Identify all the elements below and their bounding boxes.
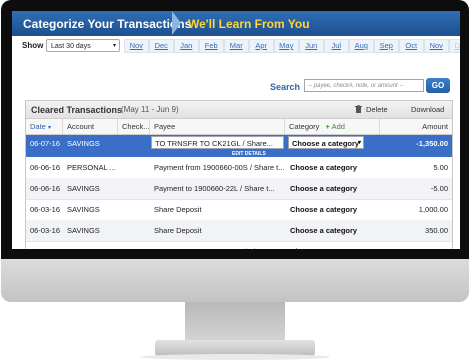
row-payee: Payment to 1900660-22L / Share t... <box>154 184 275 193</box>
panel-header: Cleared Transactions (May 11 - Jun 9) De… <box>26 101 452 119</box>
period-select[interactable]: Last 30 days ▾ <box>46 39 120 52</box>
account-column-header[interactable]: Account <box>63 119 118 134</box>
header-subtitle: We'll Learn From You <box>188 17 310 31</box>
column-headers: Date ▾ Account Check... Payee Category +… <box>26 119 452 135</box>
row-date: 06-03-16 <box>30 226 61 235</box>
screen: Categorize Your Transactions We'll Learn… <box>12 11 460 249</box>
row-account: PERSONAL ... <box>67 163 116 172</box>
add-label: Add <box>331 122 345 131</box>
panel-title: Cleared Transactions <box>31 105 123 115</box>
row-payee: Share Deposit <box>154 205 202 214</box>
month-tab[interactable]: Jun <box>299 39 324 53</box>
row-amount: 350.00 <box>425 226 448 235</box>
date-range: (May 11 - Jun 9) <box>121 105 179 114</box>
add-category-button[interactable]: + Add <box>326 122 345 131</box>
delete-button[interactable]: Delete <box>366 105 388 114</box>
period-value: Last 30 days <box>51 43 91 50</box>
category-header-label: Category <box>289 122 320 131</box>
search-input[interactable]: -- payee, check#, note, or amount -- <box>304 79 424 92</box>
row-amount: -5.00 <box>430 184 448 193</box>
row-account: SAVINGS <box>67 184 100 193</box>
month-tab[interactable]: Sep <box>374 39 399 53</box>
row-payee: GEN TEST ACCT ERROR / Share... <box>154 241 284 249</box>
table-row[interactable]: 06-06-16 SAVINGS Payment to 1900660-22L … <box>26 178 452 200</box>
row-amount: 5.00 <box>433 163 448 172</box>
go-button[interactable]: GO <box>426 78 450 93</box>
row-payee: Payment from 1900660-00S / Share t... <box>154 163 284 172</box>
stand-shadow <box>140 354 330 360</box>
row-date: 06-06-16 <box>30 184 61 193</box>
payee-field[interactable]: TO TRNSFR TO CK21GL / Share... <box>151 136 284 149</box>
month-tab[interactable]: Dec <box>149 39 174 53</box>
download-button[interactable]: Download <box>411 105 444 114</box>
check-header-label: Check... <box>122 122 150 131</box>
row-category[interactable]: Choose a category <box>290 199 357 220</box>
category-select[interactable]: Choose a category ▾ <box>288 136 364 149</box>
row-amount <box>380 241 448 249</box>
row-date: 06-06-16 <box>30 163 61 172</box>
row-date: 06-03-16 <box>30 205 61 214</box>
row-payee: Share Deposit <box>154 226 202 235</box>
row-category[interactable]: Choose a category <box>290 220 357 241</box>
transactions-panel: Cleared Transactions (May 11 - Jun 9) De… <box>25 100 453 249</box>
account-header-label: Account <box>67 122 95 131</box>
month-tab[interactable]: Jul <box>324 39 349 53</box>
table-row[interactable]: 05-31-16 MONEY MAR... GEN TEST ACCT ERRO… <box>26 241 452 249</box>
plus-icon: + <box>325 122 330 131</box>
row-date: 06-07-16 <box>30 139 61 148</box>
monitor-bezel: Categorize Your Transactions We'll Learn… <box>1 0 469 259</box>
payee-column-header[interactable]: Payee <box>150 119 285 134</box>
row-category[interactable]: Choose a category <box>290 241 357 249</box>
chevron-down-icon: ▾ <box>112 43 116 49</box>
header-arrow-icon <box>172 11 181 35</box>
header-title: Categorize Your Transactions <box>23 17 192 31</box>
month-tab[interactable]: Dec <box>449 39 460 53</box>
table-row[interactable]: 06-06-16 PERSONAL ... Payment from 19006… <box>26 157 452 179</box>
month-tab[interactable]: Nov <box>424 39 449 53</box>
table-row[interactable]: 06-03-16 SAVINGS Share Deposit Choose a … <box>26 220 452 242</box>
chevron-down-icon: ▾ <box>357 140 361 146</box>
row-category[interactable]: Choose a category <box>290 178 357 199</box>
filter-bar: Show Last 30 days ▾ Nov Dec Jan Feb Mar … <box>12 38 460 55</box>
month-tab[interactable]: Mar <box>224 39 249 53</box>
month-tab[interactable]: May <box>274 39 299 53</box>
row-account: SAVINGS <box>67 205 100 214</box>
month-tab[interactable]: Feb <box>199 39 224 53</box>
date-header-label: Date <box>30 122 46 131</box>
monitor: Categorize Your Transactions We'll Learn… <box>0 0 470 361</box>
row-account: SAVINGS <box>67 226 100 235</box>
show-label: Show <box>22 41 44 50</box>
header-bar: Categorize Your Transactions We'll Learn… <box>12 11 460 36</box>
row-amount: -1,350.00 <box>416 139 448 148</box>
month-tab[interactable]: Jan <box>174 39 199 53</box>
month-tab[interactable]: Aug <box>349 39 374 53</box>
trash-icon[interactable] <box>355 105 362 113</box>
date-column-header[interactable]: Date ▾ <box>26 119 63 134</box>
sort-down-icon: ▾ <box>47 125 51 131</box>
month-tab[interactable]: Nov <box>124 39 149 53</box>
row-account: SAVINGS <box>67 139 100 148</box>
row-amount: 1,000.00 <box>418 205 448 214</box>
category-column-header[interactable]: Category + Add <box>285 119 380 134</box>
search-label: Search <box>270 82 301 92</box>
amount-column-header[interactable]: Amount <box>380 119 452 134</box>
category-value: Choose a category <box>292 139 360 148</box>
amount-header-label: Amount <box>422 122 448 131</box>
monitor-chin <box>1 259 469 302</box>
month-tab[interactable]: Oct <box>399 39 424 53</box>
row-category[interactable]: Choose a category <box>290 157 357 178</box>
check-column-header[interactable]: Check... <box>118 119 150 134</box>
month-tab[interactable]: Apr <box>249 39 274 53</box>
table-row[interactable]: 06-03-16 SAVINGS Share Deposit Choose a … <box>26 199 452 221</box>
month-tabs: Nov Dec Jan Feb Mar Apr May Jun Jul Aug … <box>124 39 460 53</box>
monitor-stand <box>185 302 285 344</box>
row-date: 05-31-16 <box>30 241 60 249</box>
row-account: MONEY MAR... <box>67 241 117 249</box>
payee-header-label: Payee <box>154 122 176 131</box>
